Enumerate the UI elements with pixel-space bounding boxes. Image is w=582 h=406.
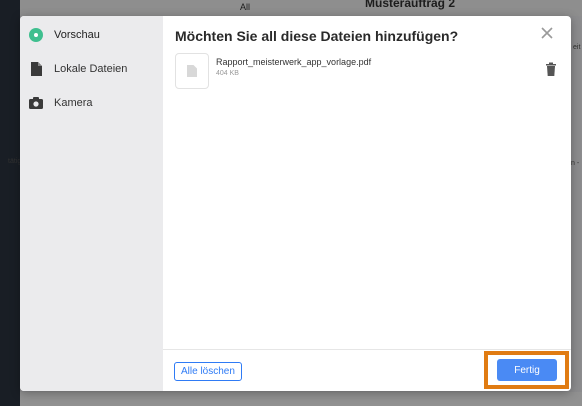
close-icon — [541, 27, 553, 39]
file-picker-modal: Vorschau Lokale Dateien Kamera Möchten S… — [20, 16, 571, 391]
done-button[interactable]: Fertig — [497, 359, 557, 381]
close-button[interactable] — [539, 25, 555, 41]
sidebar-item-vorschau[interactable]: Vorschau — [20, 21, 163, 49]
file-icon — [28, 61, 44, 77]
file-thumbnail — [175, 53, 209, 89]
clear-all-button[interactable]: Alle löschen — [174, 362, 242, 381]
sidebar-item-lokale-dateien[interactable]: Lokale Dateien — [20, 55, 163, 83]
main-panel: Möchten Sie all diese Dateien hinzufügen… — [163, 16, 571, 391]
sidebar-item-label: Kamera — [54, 97, 93, 109]
preview-dot-icon — [28, 27, 44, 43]
sidebar-item-label: Lokale Dateien — [54, 63, 128, 75]
dialog-title: Möchten Sie all diese Dateien hinzufügen… — [175, 28, 459, 44]
document-icon — [187, 65, 197, 77]
file-size: 404 KB — [216, 70, 239, 77]
delete-file-button[interactable] — [545, 62, 557, 76]
file-list-item: Rapport_meisterwerk_app_vorlage.pdf 404 … — [175, 53, 557, 89]
camera-icon — [28, 95, 44, 111]
trash-icon — [546, 62, 556, 76]
file-name: Rapport_meisterwerk_app_vorlage.pdf — [216, 57, 372, 67]
sidebar-item-kamera[interactable]: Kamera — [20, 89, 163, 117]
source-sidebar: Vorschau Lokale Dateien Kamera — [20, 16, 163, 391]
sidebar-item-label: Vorschau — [54, 29, 100, 41]
